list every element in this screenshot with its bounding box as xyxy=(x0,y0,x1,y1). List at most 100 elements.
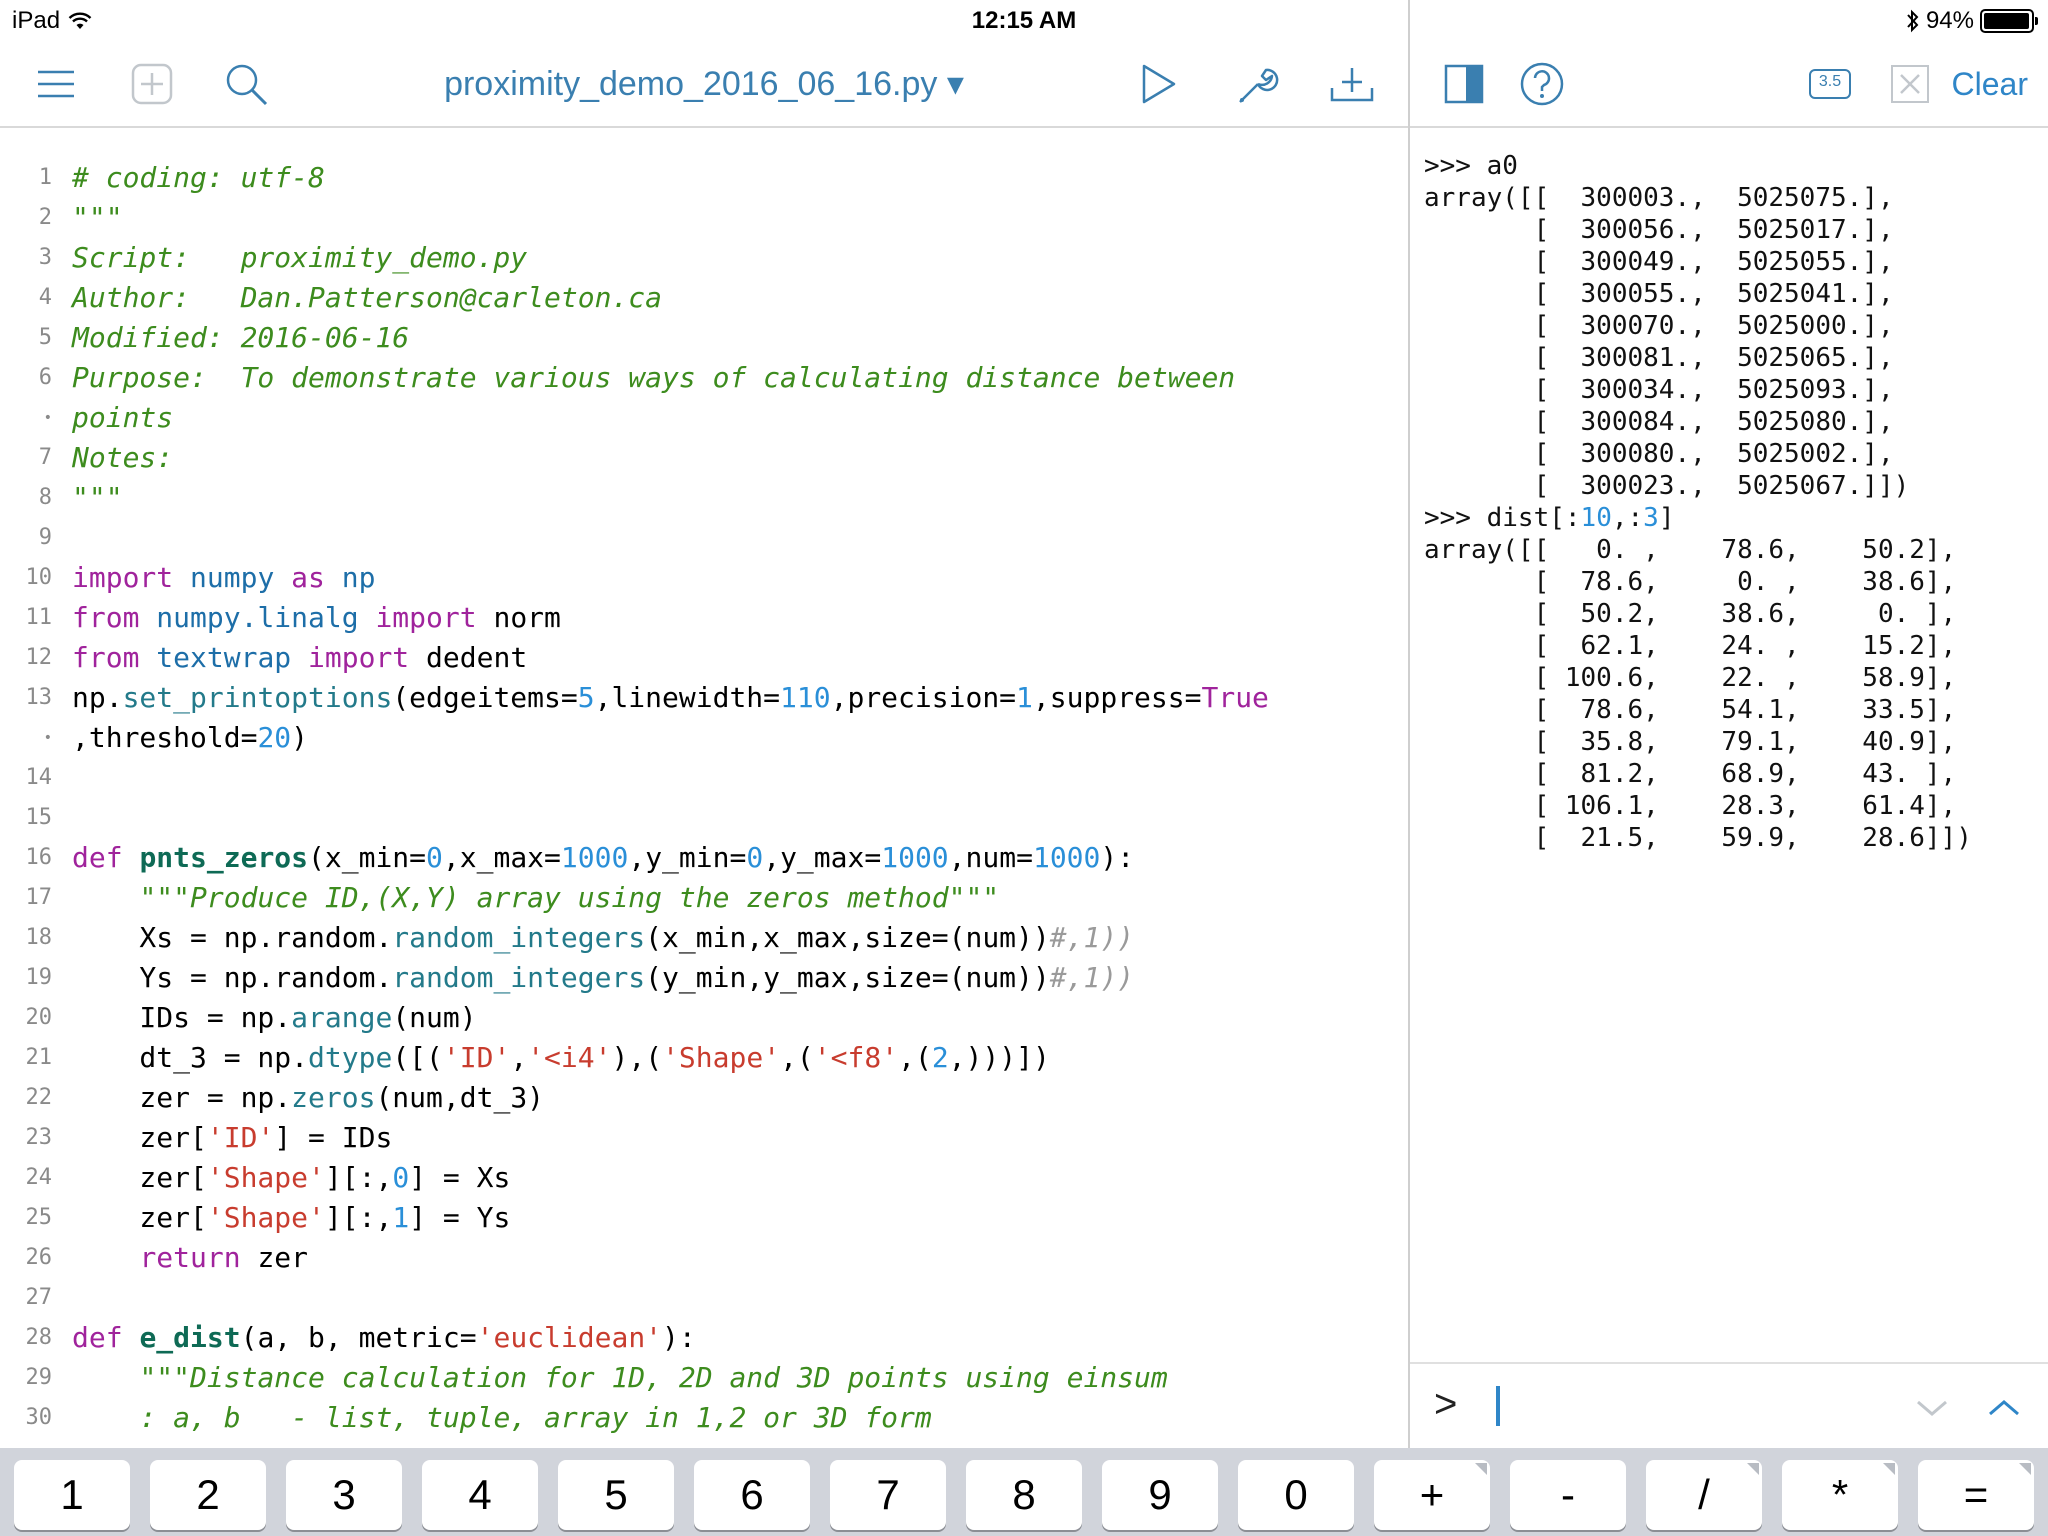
code-token: 'ID' xyxy=(442,1041,511,1074)
code-line[interactable]: 10 import numpy as np xyxy=(0,558,1408,598)
clear-button[interactable]: Clear xyxy=(1952,66,2028,103)
code-editor[interactable]: 1 # coding: utf-8 2 """ 3 Script: proximity_d… xyxy=(0,130,1408,1448)
wrench-icon[interactable] xyxy=(1232,60,1280,108)
code-line[interactable]: 13 np.set_printoptions(edgeitems=5,linewi… xyxy=(0,678,1408,718)
code-line[interactable]: 7 Notes: xyxy=(0,438,1408,478)
console-line: [ 78.6, 54.1, 33.5], xyxy=(1424,694,2044,726)
code-line[interactable]: 15 xyxy=(0,798,1408,838)
key-9[interactable]: 9 xyxy=(1102,1460,1218,1530)
key-1[interactable]: 1 xyxy=(14,1460,130,1530)
code-text: Script: proximity_demo.py xyxy=(72,238,527,278)
key-6[interactable]: 6 xyxy=(694,1460,810,1530)
key-asterisk[interactable]: * xyxy=(1782,1460,1898,1530)
code-token: set_printoptions xyxy=(122,681,393,714)
code-line[interactable]: 25 zer['Shape'][:,1] = Ys xyxy=(0,1198,1408,1238)
code-line[interactable]: 24 zer['Shape'][:,0] = Xs xyxy=(0,1158,1408,1198)
code-line[interactable]: • ,threshold=20) xyxy=(0,718,1408,758)
battery-icon xyxy=(1980,9,2038,33)
status-bar: iPad 12:15 AM 94% xyxy=(0,0,2048,40)
file-title-dropdown[interactable]: proximity_demo_2016_06_16.py ▾ xyxy=(0,64,1408,104)
code-text: """Produce ID,(X,Y) array using the zero… xyxy=(72,878,999,918)
key-3[interactable]: 3 xyxy=(286,1460,402,1530)
code-token: 1000 xyxy=(881,841,949,874)
code-token: import xyxy=(72,561,174,594)
console-line: [ 100.6, 22. , 58.9], xyxy=(1424,662,2044,694)
key-8[interactable]: 8 xyxy=(966,1460,1082,1530)
split-view-icon[interactable] xyxy=(1440,60,1488,108)
key-plus[interactable]: + xyxy=(1374,1460,1490,1530)
code-line[interactable]: 28 def e_dist(a, b, metric='euclidean'): xyxy=(0,1318,1408,1358)
code-line[interactable]: 12 from textwrap import dedent xyxy=(0,638,1408,678)
code-line[interactable]: 17 """Produce ID,(X,Y) array using the z… xyxy=(0,878,1408,918)
code-token: points xyxy=(72,401,174,434)
code-line[interactable]: 30 : a, b - list, tuple, array in 1,2 or… xyxy=(0,1398,1408,1438)
code-line[interactable]: 1 # coding: utf-8 xyxy=(0,158,1408,198)
key-label: / xyxy=(1698,1471,1710,1518)
code-line[interactable]: 21 dt_3 = np.dtype([('ID','<i4'),('Shape… xyxy=(0,1038,1408,1078)
pane-divider[interactable] xyxy=(1408,0,1410,1448)
code-text: zer['ID'] = IDs xyxy=(72,1118,392,1158)
code-line[interactable]: 3 Script: proximity_demo.py xyxy=(0,238,1408,278)
key-5[interactable]: 5 xyxy=(558,1460,674,1530)
console-token: [ 106.1, 28.3, 61.4], xyxy=(1424,791,1957,821)
key-minus[interactable]: - xyxy=(1510,1460,1626,1530)
share-icon[interactable] xyxy=(1328,60,1376,108)
code-token: e_dist xyxy=(139,1321,241,1354)
code-line[interactable]: 29 """Distance calculation for 1D, 2D an… xyxy=(0,1358,1408,1398)
key-0[interactable]: 0 xyxy=(1238,1460,1354,1530)
key-2[interactable]: 2 xyxy=(150,1460,266,1530)
code-token: 1000 xyxy=(560,841,629,874)
key-7[interactable]: 7 xyxy=(830,1460,946,1530)
code-line[interactable]: 22 zer = np.zeros(num,dt_3) xyxy=(0,1078,1408,1118)
line-number: 19 xyxy=(25,965,53,990)
key-label: 5 xyxy=(604,1471,628,1518)
line-number: 6 xyxy=(38,365,52,390)
console-token: [ 78.6, 0. , 38.6], xyxy=(1424,567,1957,597)
chevron-down-icon[interactable] xyxy=(1910,1386,1954,1430)
code-line[interactable]: 5 Modified: 2016-06-16 xyxy=(0,318,1408,358)
console-token: [ 300070., 5025000.], xyxy=(1424,311,1894,341)
key-4[interactable]: 4 xyxy=(422,1460,538,1530)
console-token: [ 21.5, 59.9, 28.6]]) xyxy=(1424,823,1972,853)
code-token: 'ID' xyxy=(206,1121,275,1154)
code-text: zer = np.zeros(num,dt_3) xyxy=(72,1078,544,1118)
python-version-badge[interactable]: 3.5 xyxy=(1806,60,1854,108)
console-token: >>> a0 xyxy=(1424,151,1518,181)
code-line[interactable]: 19 Ys = np.random.random_integers(y_min,… xyxy=(0,958,1408,998)
code-line[interactable]: 20 IDs = np.arange(num) xyxy=(0,998,1408,1038)
console-token: [ 300023., 5025067.]]) xyxy=(1424,471,1910,501)
code-text: Author: Dan.Patterson@carleton.ca xyxy=(72,278,662,318)
code-line[interactable]: 4 Author: Dan.Patterson@carleton.ca xyxy=(0,278,1408,318)
help-icon[interactable] xyxy=(1518,60,1566,108)
code-line[interactable]: 11 from numpy.linalg import norm xyxy=(0,598,1408,638)
key-slash[interactable]: / xyxy=(1646,1460,1762,1530)
console-token: [ 300084., 5025080.], xyxy=(1424,407,1894,437)
code-line[interactable]: • points xyxy=(0,398,1408,438)
code-line[interactable]: 9 xyxy=(0,518,1408,558)
code-line[interactable]: 27 xyxy=(0,1278,1408,1318)
code-line[interactable]: 8 """ xyxy=(0,478,1408,518)
line-number: 7 xyxy=(38,445,52,470)
key-equals[interactable]: = xyxy=(1918,1460,2034,1530)
code-line[interactable]: 2 """ xyxy=(0,198,1408,238)
line-number: 12 xyxy=(25,645,53,670)
code-line[interactable]: 26 return zer xyxy=(0,1238,1408,1278)
code-line[interactable]: 23 zer['ID'] = IDs xyxy=(0,1118,1408,1158)
line-number: 16 xyxy=(25,845,53,870)
line-number: 25 xyxy=(25,1205,53,1230)
code-line[interactable]: 6 Purpose: To demonstrate various ways of… xyxy=(0,358,1408,398)
code-line[interactable]: 18 Xs = np.random.random_integers(x_min,… xyxy=(0,918,1408,958)
close-icon[interactable] xyxy=(1886,60,1934,108)
code-text: Xs = np.random.random_integers(x_min,x_m… xyxy=(72,918,1134,958)
line-number: 29 xyxy=(25,1365,53,1390)
run-icon[interactable] xyxy=(1134,60,1182,108)
chevron-up-icon[interactable] xyxy=(1982,1386,2026,1430)
line-number: 22 xyxy=(25,1085,53,1110)
code-line[interactable]: 16 def pnts_zeros(x_min=0,x_max=1000,y_mi… xyxy=(0,838,1408,878)
line-number: 1 xyxy=(38,165,52,190)
console-input-bar[interactable]: > xyxy=(1410,1362,2048,1448)
code-line[interactable]: 14 xyxy=(0,758,1408,798)
